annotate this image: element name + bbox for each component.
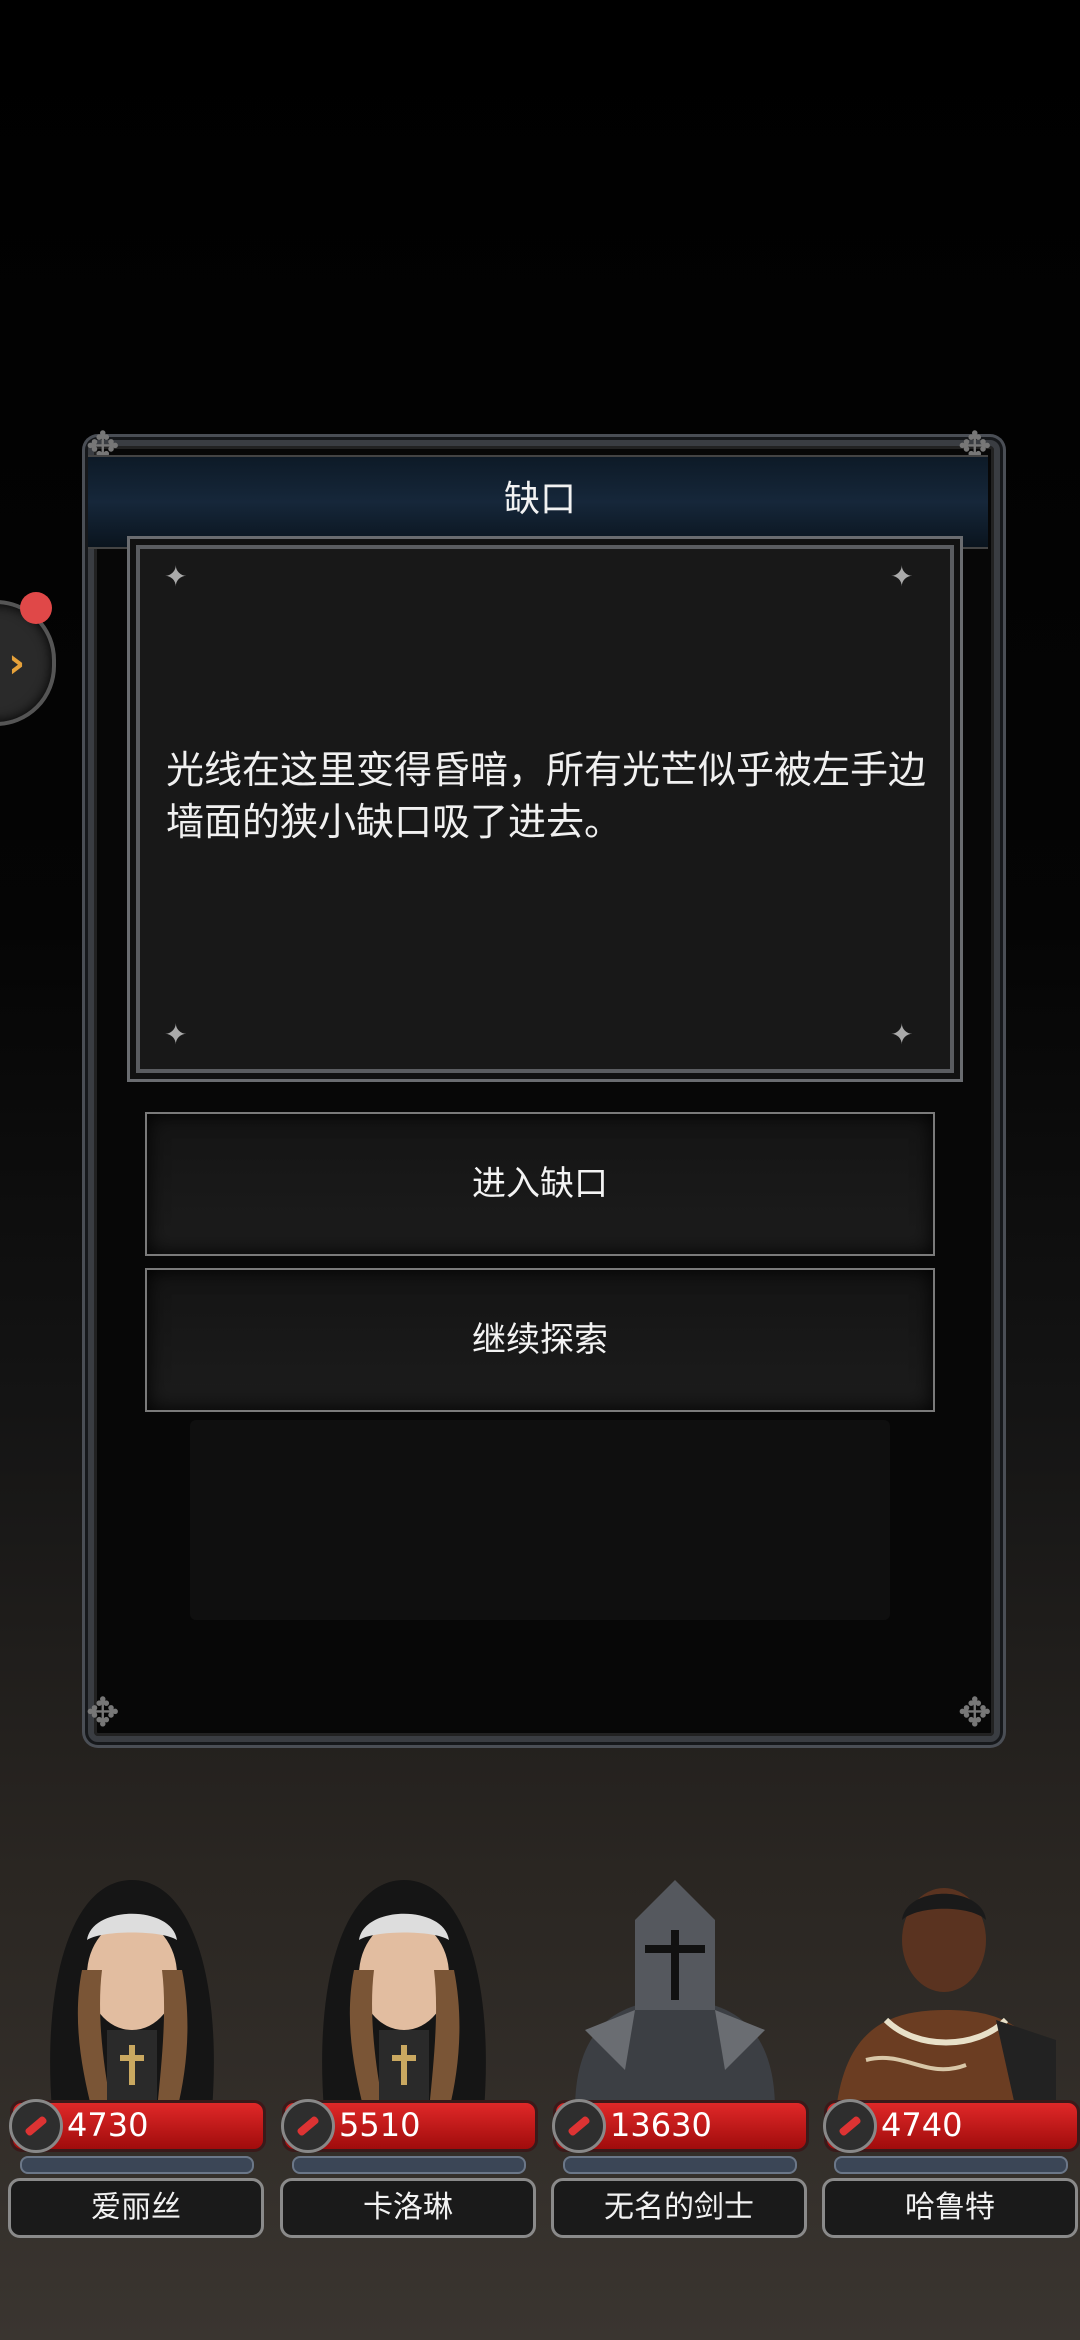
character-name: 卡洛琳	[280, 2178, 536, 2238]
sword-icon	[281, 2099, 335, 2153]
sparkle-icon: ✦	[164, 1018, 188, 1051]
sparkle-icon: ✦	[890, 560, 914, 593]
option-enter-gap-button[interactable]: 进入缺口	[145, 1112, 935, 1256]
mp-bar	[292, 2156, 526, 2174]
party-member-3[interactable]: 13630 无名的剑士	[545, 1860, 809, 2240]
corner-ornament-icon: ✥	[86, 1690, 120, 1736]
sword-icon	[552, 2099, 606, 2153]
party-member-4[interactable]: 4740 哈鲁特	[816, 1860, 1080, 2240]
hp-value: 13630	[610, 2106, 712, 2144]
nun-portrait	[12, 1860, 252, 2110]
mp-bar	[20, 2156, 254, 2174]
event-description: 光线在这里变得昏暗，所有光芒似乎被左手边墙面的狭小缺口吸了进去。	[166, 748, 927, 844]
party-member-2[interactable]: 5510 卡洛琳	[274, 1860, 538, 2240]
character-name: 爱丽丝	[8, 2178, 264, 2238]
chevron-right-icon: ›	[8, 638, 26, 687]
dialog-background-panel	[190, 1420, 890, 1620]
hp-value: 4740	[881, 2106, 963, 2144]
nun-portrait	[284, 1860, 524, 2110]
dialog-title: 缺口	[503, 479, 576, 520]
sparkle-icon: ✦	[164, 560, 188, 593]
notification-dot	[20, 592, 52, 624]
corner-ornament-icon: ✥	[958, 1690, 992, 1736]
warrior-portrait	[826, 1860, 1066, 2110]
mp-bar	[834, 2156, 1068, 2174]
mp-bar	[563, 2156, 797, 2174]
option-continue-explore-button[interactable]: 继续探索	[145, 1268, 935, 1412]
hp-bar: 4740	[823, 2099, 1080, 2153]
hp-bar: 13630	[552, 2099, 809, 2153]
hp-value: 5510	[339, 2106, 421, 2144]
character-name: 无名的剑士	[551, 2178, 807, 2238]
character-name: 哈鲁特	[822, 2178, 1078, 2238]
hp-value: 4730	[67, 2106, 149, 2144]
armored-knight-portrait	[555, 1860, 795, 2110]
hp-bar: 4730	[9, 2099, 266, 2153]
sparkle-icon: ✦	[890, 1018, 914, 1051]
sword-icon	[823, 2099, 877, 2153]
party-member-1[interactable]: 4730 爱丽丝	[2, 1860, 266, 2240]
hp-bar: 5510	[281, 2099, 538, 2153]
sword-icon	[9, 2099, 63, 2153]
